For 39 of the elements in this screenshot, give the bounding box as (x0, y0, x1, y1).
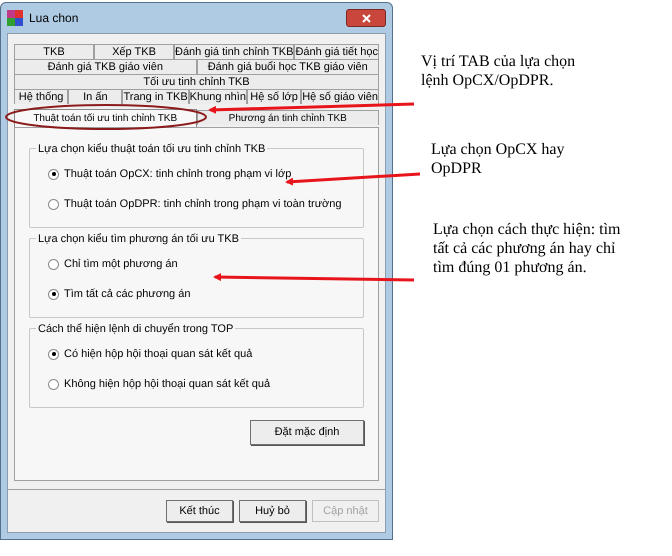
tab[interactable]: In ấn (68, 89, 122, 104)
dialog-button[interactable]: Kết thúc (166, 500, 233, 522)
tab[interactable]: Xếp TKB (94, 44, 174, 59)
tab[interactable]: Khung nhìn (188, 89, 247, 104)
tab[interactable]: Đánh giá tiết học (294, 44, 379, 59)
option-label: Thuật toán OpCX: tinh chỉnh trong phạm vi lớp (64, 166, 292, 182)
radio-button[interactable] (48, 198, 59, 210)
tab[interactable]: Hệ thống (14, 89, 68, 104)
option-label: Tìm tất cả các phương án (64, 286, 190, 302)
option-label: Không hiện hộp hội thoại quan sát kết quả (64, 376, 270, 392)
tab[interactable]: Trang in TKB (122, 89, 189, 104)
window-title: Lua chon (29, 10, 78, 27)
radio-button[interactable] (48, 258, 59, 270)
annotation-note: Vị trí TAB của lựa chọn lệnh OpCX/OpDPR. (421, 52, 576, 90)
tab[interactable]: Tối ưu tinh chỉnh TKB (14, 74, 379, 89)
close-icon (362, 14, 370, 22)
radio-button[interactable] (48, 288, 59, 300)
option-label: Chỉ tìm một phương án (64, 256, 178, 272)
group-title: Lựa chọn kiểu tìm phương án tối ưu TKB (36, 231, 241, 248)
annotation-note: Lựa chọn cách thực hiện: tìm tất cả các phương án hay chỉ tìm đúng 01 phương án. (433, 220, 622, 277)
group-title: Cách thể hiện lệnh di chuyển trong TOP (36, 321, 236, 338)
option-label: Thuật toán OpDPR: tinh chỉnh trong phạm vi toàn trường (64, 196, 342, 212)
default-button[interactable]: Đặt mặc định (250, 420, 364, 445)
tab[interactable]: Thuật toán tối ưu tinh chỉnh TKB (14, 109, 196, 127)
app-icon (7, 10, 23, 26)
tab[interactable]: Hệ số lớp (246, 89, 302, 104)
option-label: Có hiện hộp hội thoại quan sát kết quả (64, 346, 252, 362)
annotation-note: Lựa chọn OpCX hay OpDPR (431, 140, 566, 178)
radio-button[interactable] (48, 348, 59, 360)
tab[interactable]: TKB (14, 44, 94, 59)
radio-button[interactable] (48, 168, 59, 180)
dialog-button[interactable]: Huỷ bỏ (239, 500, 306, 522)
radio-button[interactable] (48, 378, 59, 390)
tab[interactable]: Đánh giá TKB giáo viên (14, 59, 196, 74)
tab[interactable]: Đánh giá tinh chỉnh TKB (174, 44, 294, 59)
tab[interactable]: Phương án tinh chỉnh TKB (196, 110, 379, 125)
close-button[interactable] (346, 9, 386, 27)
tab[interactable]: Hệ số giáo viên (301, 89, 380, 104)
tab[interactable]: Đánh giá buổi học TKB giáo viên (196, 59, 379, 74)
